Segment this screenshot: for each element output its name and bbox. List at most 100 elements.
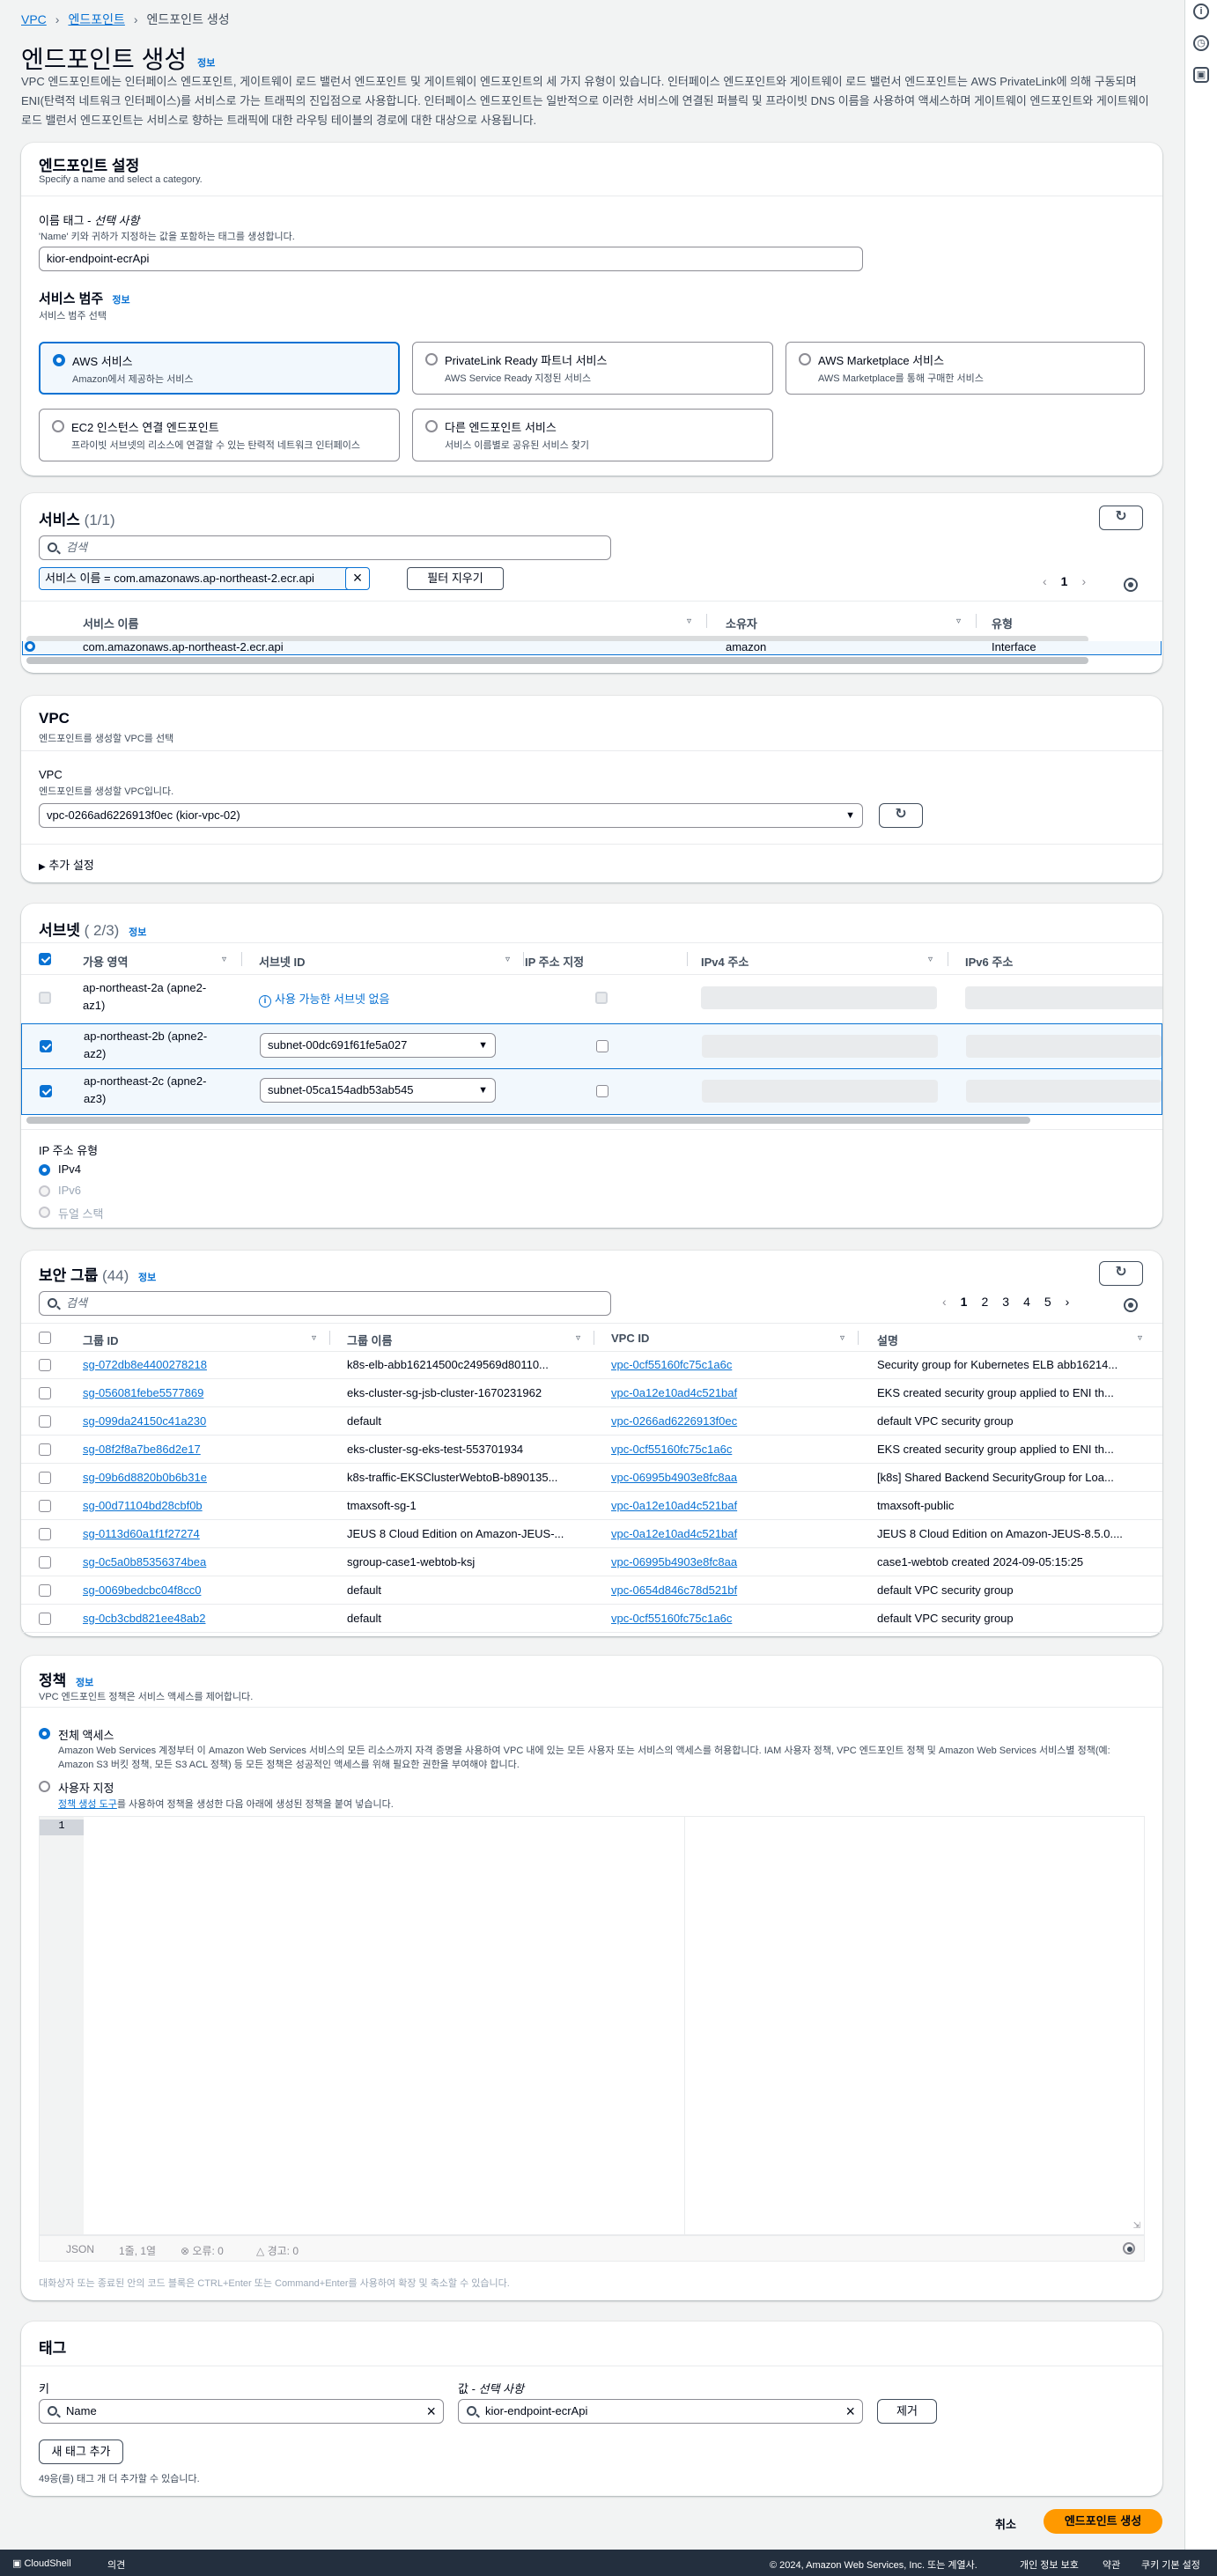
create-endpoint-button[interactable]: 엔드포인트 생성 — [1044, 2509, 1162, 2534]
table-row[interactable]: sg-09b6d8820b0b6b31e k8s-traffic-EKSClust… — [21, 1464, 1162, 1492]
chevron-left-icon[interactable]: ‹ — [942, 1295, 947, 1309]
info-link[interactable]: 정보 — [76, 1678, 93, 1688]
group-id-link[interactable]: sg-0cb3cbd821ee48ab2 — [83, 1612, 321, 1625]
refresh-button[interactable]: ↻ — [1099, 506, 1143, 530]
col-ipv4[interactable]: IPv4 주소 — [701, 953, 749, 970]
remove-filter-button[interactable]: × — [345, 567, 370, 590]
group-id-link[interactable]: sg-0113d60a1f1f27274 — [83, 1527, 321, 1540]
table-row[interactable]: sg-0113d60a1f1f27274 JEUS 8 Cloud Edition… — [21, 1520, 1162, 1548]
row-checkbox[interactable] — [40, 1040, 52, 1052]
chevron-right-icon[interactable]: › — [1081, 574, 1086, 588]
clear-filters-button[interactable]: 필터 지우기 — [407, 567, 504, 590]
radio-aws-services[interactable] — [53, 354, 65, 366]
status-warnings[interactable]: △ 경고: 0 — [256, 2243, 299, 2258]
sort-down-icon[interactable]: ▿ — [928, 955, 933, 964]
vpc-id-link[interactable]: vpc-0a12e10ad4c521baf — [611, 1386, 849, 1399]
status-errors[interactable]: ⊗ 오류: 0 — [181, 2243, 224, 2258]
table-row[interactable]: sg-00d71104bd28cbf0b tmaxsoft-sg-1 vpc-0a1… — [21, 1492, 1162, 1520]
table-row[interactable]: sg-0069bedcbc04f8cc0 default vpc-0654d846c… — [21, 1576, 1162, 1605]
info-link[interactable]: 정보 — [129, 927, 146, 938]
group-id-link[interactable]: sg-08f2f8a7be86d2e17 — [83, 1443, 321, 1456]
vpc-refresh-button[interactable]: ↻ — [879, 803, 923, 828]
feedback-link[interactable]: 의견 — [107, 2558, 125, 2572]
vpc-id-link[interactable]: vpc-0cf55160fc75c1a6c — [611, 1612, 849, 1625]
vpc-id-link[interactable]: vpc-0cf55160fc75c1a6c — [611, 1443, 849, 1456]
tile-privatelink-partner[interactable]: PrivateLink Ready 파트너 서비스 AWS Service Re… — [412, 342, 773, 395]
chevron-left-icon[interactable]: ‹ — [1043, 574, 1047, 588]
table-row[interactable]: sg-072db8e4400278218 k8s-elb-abb16214500c… — [21, 1351, 1162, 1379]
row-checkbox[interactable] — [39, 1415, 51, 1428]
row-checkbox[interactable] — [39, 1387, 51, 1399]
subnet-select[interactable]: subnet-00dc691f61fe5a027 ▼ — [260, 1033, 496, 1058]
table-row[interactable]: sg-099da24150c41a230 default vpc-0266ad622… — [21, 1407, 1162, 1436]
col-ipv6[interactable]: IPv6 주소 — [965, 953, 1013, 970]
policy-generator-link[interactable]: 정책 생성 도구 — [58, 1799, 117, 1810]
row-checkbox[interactable] — [39, 1613, 51, 1625]
horizontal-scrollbar[interactable] — [26, 1117, 1030, 1124]
vpc-id-link[interactable]: vpc-06995b4903e8fc8aa — [611, 1471, 849, 1484]
sort-down-icon[interactable]: ▿ — [505, 955, 510, 964]
col-service-name[interactable]: 서비스 이름 — [83, 615, 138, 631]
radio-ec2-instance-connect[interactable] — [52, 420, 64, 432]
group-id-link[interactable]: sg-0069bedcbc04f8cc0 — [83, 1583, 321, 1597]
terms-link[interactable]: 약관 — [1103, 2558, 1120, 2572]
sort-down-icon[interactable]: ▿ — [687, 616, 691, 626]
col-description[interactable]: 설명 — [877, 1332, 898, 1348]
radio-privatelink-partner[interactable] — [425, 353, 438, 365]
row-checkbox[interactable] — [39, 1528, 51, 1540]
group-id-link[interactable]: sg-072db8e4400278218 — [83, 1358, 321, 1371]
settings-gear-icon[interactable] — [1124, 1298, 1138, 1312]
row-checkbox[interactable] — [39, 1472, 51, 1484]
clock-icon[interactable]: ◷ — [1193, 35, 1209, 51]
refresh-button[interactable]: ↻ — [1099, 1261, 1143, 1286]
tile-aws-services[interactable]: AWS 서비스 Amazon에서 제공하는 서비스 — [39, 342, 400, 395]
group-id-link[interactable]: sg-099da24150c41a230 — [83, 1414, 321, 1428]
vpc-id-link[interactable]: vpc-0266ad6226913f0ec — [611, 1414, 849, 1428]
col-subnet-id[interactable]: 서브넷 ID — [259, 953, 306, 970]
row-radio[interactable] — [25, 641, 35, 652]
settings-gear-icon[interactable] — [1124, 578, 1138, 592]
subnet-select[interactable]: subnet-05ca154adb53ab545 ▼ — [260, 1078, 496, 1103]
radio-ipv4[interactable] — [39, 1164, 50, 1176]
cancel-button[interactable]: 취소 — [995, 2515, 1016, 2532]
tag-value-input[interactable]: kior-endpoint-ecrApi × — [458, 2399, 863, 2424]
tile-other-endpoint-services[interactable]: 다른 엔드포인트 서비스 서비스 이름별로 공유된 서비스 찾기 — [412, 409, 773, 461]
tile-ec2-instance-connect[interactable]: EC2 인스턴스 연결 엔드포인트 프라이빗 서브넷의 리소스에 연결할 수 있… — [39, 409, 400, 461]
editor-settings-icon[interactable] — [1123, 2242, 1135, 2255]
info-link[interactable]: 정보 — [138, 1273, 156, 1283]
remove-tag-button[interactable]: 제거 — [877, 2399, 937, 2424]
privacy-link[interactable]: 개인 정보 보호 — [1020, 2558, 1079, 2572]
sg-search-input[interactable]: 검색 — [39, 1291, 611, 1316]
radio-custom[interactable] — [39, 1781, 50, 1792]
col-group-name[interactable]: 그룹 이름 — [347, 1332, 392, 1348]
select-all-checkbox[interactable] — [39, 1332, 51, 1344]
chevron-right-icon[interactable]: › — [1066, 1295, 1070, 1309]
page-4[interactable]: 4 — [1023, 1295, 1030, 1309]
col-group-id[interactable]: 그룹 ID — [83, 1332, 119, 1348]
page-1[interactable]: 1 — [1061, 574, 1068, 588]
col-az[interactable]: 가용 영역 — [83, 953, 128, 970]
sort-down-icon[interactable]: ▿ — [312, 1333, 316, 1343]
group-id-link[interactable]: sg-09b6d8820b0b6b31e — [83, 1471, 321, 1484]
row-checkbox[interactable] — [39, 1584, 51, 1597]
vpc-id-link[interactable]: vpc-06995b4903e8fc8aa — [611, 1555, 849, 1568]
policy-editor[interactable]: 1 ⇲ — [39, 1816, 1145, 2235]
page-1[interactable]: 1 — [961, 1295, 968, 1309]
select-all-checkbox[interactable] — [39, 953, 51, 965]
sort-down-icon[interactable]: ▿ — [840, 1333, 845, 1343]
info-link[interactable]: 정보 — [112, 295, 129, 306]
group-id-link[interactable]: sg-00d71104bd28cbf0b — [83, 1499, 321, 1512]
tile-aws-marketplace[interactable]: AWS Marketplace 서비스 AWS Marketplace를 통해 … — [786, 342, 1145, 395]
sort-down-icon[interactable]: ▿ — [576, 1333, 580, 1343]
ip-checkbox[interactable] — [596, 1040, 608, 1052]
row-checkbox[interactable] — [39, 1556, 51, 1568]
radio-aws-marketplace[interactable] — [799, 353, 811, 365]
subnet-row[interactable]: ap-northeast-2c (apne2- az3) subnet-05ca… — [21, 1069, 1162, 1115]
layers-icon[interactable]: ▣ — [1193, 67, 1209, 83]
sort-down-icon[interactable]: ▿ — [1138, 1333, 1142, 1343]
info-link[interactable]: 정보 — [197, 58, 215, 69]
additional-settings-toggle[interactable]: ▶ 추가 설정 — [39, 856, 94, 873]
ip-checkbox[interactable] — [596, 1085, 608, 1097]
vpc-id-link[interactable]: vpc-0cf55160fc75c1a6c — [611, 1358, 849, 1371]
filter-token[interactable]: 서비스 이름 = com.amazonaws.ap-northeast-2.ec… — [39, 567, 359, 590]
